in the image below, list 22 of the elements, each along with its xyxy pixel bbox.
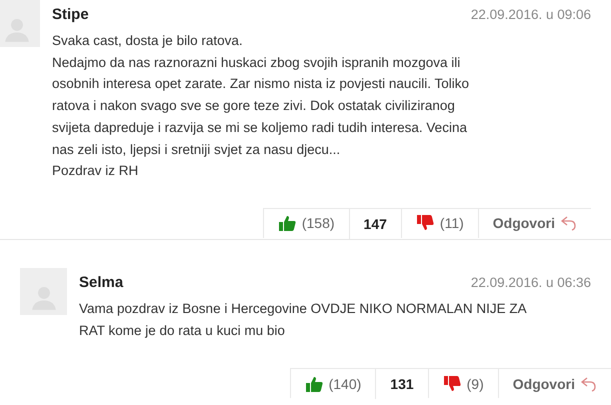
reply-arrow-icon bbox=[581, 376, 597, 392]
thumbs-up-icon bbox=[278, 215, 296, 232]
author-name: Selma bbox=[79, 272, 124, 293]
thumbs-down-icon bbox=[416, 215, 434, 232]
comment-text: Svaka cast, dosta je bilo ratova. Nedajmo da nas raznorazni huskaci zbog svojih ispranih mozgova ili osobnih interesa opet zarate. Zar nismo nista iz povjesti naucili. Toliko ratova i nakon svago sve se gore teze zivi. Dok ostatak civiliziranog svijeta dapreduje i razvija se mi se koljemo radi tudih interesa. Vecina nas zeli isto, ljepsi i sretniji svjet za nasu djecu... Pozdrav iz RH bbox=[52, 32, 470, 180]
avatar-placeholder bbox=[20, 268, 67, 315]
thumbs-up-icon bbox=[304, 376, 323, 392]
comment-text: Vama pozdrav iz Bosne i Hercegovine OVDJE NIKO NORMALAN NIJE ZA RAT kome je do rata u kuci mu bio bbox=[79, 300, 528, 340]
reply-button[interactable]: Odgovori bbox=[478, 208, 591, 238]
comment-date: 22.09.2016. u 06:36 bbox=[470, 274, 591, 292]
like-button[interactable]: (140) bbox=[290, 368, 376, 398]
like-button[interactable]: (158) bbox=[262, 208, 349, 238]
vote-score: 131 bbox=[375, 368, 428, 400]
dislike-button[interactable]: (11) bbox=[400, 208, 478, 238]
reply-button[interactable]: Odgovori bbox=[498, 368, 611, 398]
reply-arrow-icon bbox=[561, 215, 577, 232]
thumbs-down-icon bbox=[442, 376, 461, 392]
author-name: Stipe bbox=[52, 5, 89, 25]
comment-date: 22.09.2016. u 09:06 bbox=[470, 6, 591, 24]
vote-score: 147 bbox=[348, 208, 401, 239]
dislike-button[interactable]: (9) bbox=[428, 368, 498, 398]
avatar-placeholder bbox=[0, 0, 40, 47]
